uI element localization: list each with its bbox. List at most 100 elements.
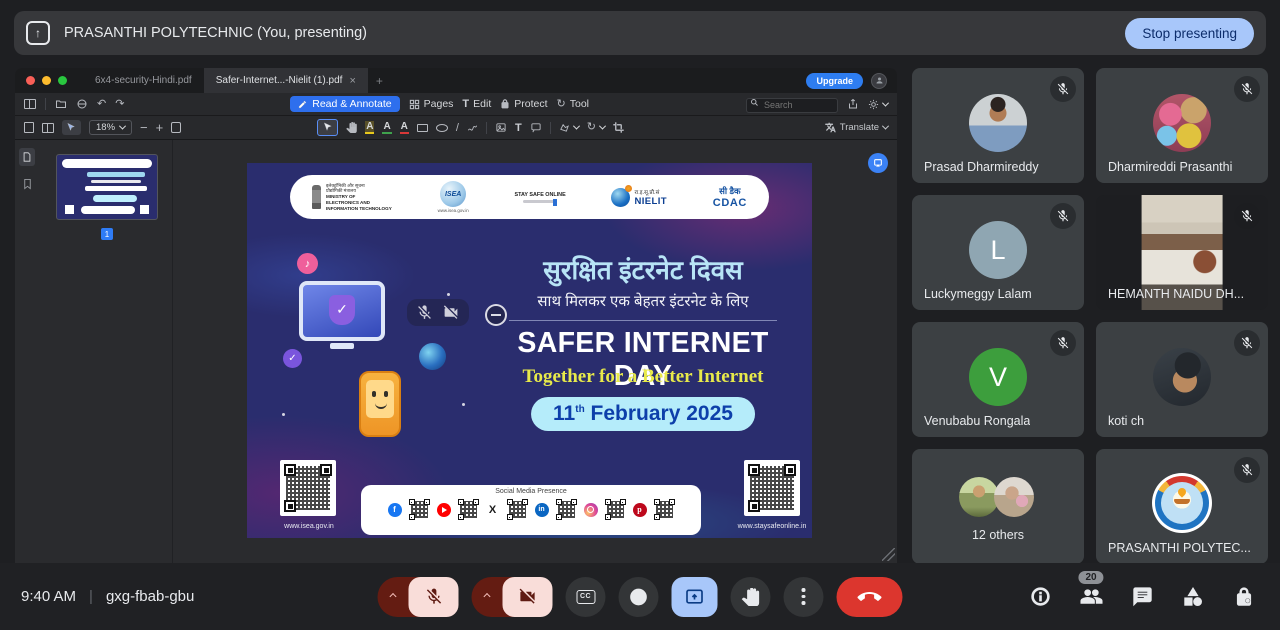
fit-width-button[interactable] (62, 120, 81, 135)
tab-security-hindi-pdf[interactable]: 6x4-security-Hindi.pdf (83, 68, 204, 93)
raise-hand-button[interactable] (731, 577, 771, 617)
translate-menu[interactable]: Translate (825, 122, 888, 133)
mic-mute-button[interactable] (409, 577, 459, 617)
appearance-menu[interactable] (868, 99, 888, 110)
edit-text-icon: T (462, 98, 469, 110)
india-emblem-icon (312, 185, 321, 209)
maximize-window-icon[interactable] (58, 76, 67, 85)
strikethrough-tool-icon[interactable]: A (400, 121, 409, 134)
reactions-button[interactable] (619, 577, 659, 617)
chat-icon (1132, 586, 1153, 607)
captions-button[interactable]: CC (566, 577, 606, 617)
upgrade-button[interactable]: Upgrade (806, 73, 863, 89)
monitor-illustration: ✓ (299, 281, 385, 341)
crop-tool-icon[interactable] (613, 122, 624, 133)
zoom-out-button[interactable]: − (140, 121, 148, 134)
single-page-view-icon[interactable] (24, 122, 34, 133)
stop-presenting-button[interactable]: Stop presenting (1125, 18, 1254, 49)
cloud-icon[interactable] (76, 98, 88, 110)
avatar (1153, 348, 1211, 406)
mic-options-caret[interactable] (378, 594, 409, 599)
mic-off-icon (424, 587, 443, 606)
pdf-tab-bar: 6x4-security-Hindi.pdf Safer-Internet...… (15, 68, 897, 93)
participant-tile[interactable]: Prasad Dharmireddy (912, 68, 1084, 183)
shapes-dropdown[interactable] (559, 122, 579, 133)
page-thumbnail[interactable] (56, 154, 158, 220)
participant-name: Dharmireddi Prasanthi (1108, 160, 1232, 174)
avatar (1153, 94, 1211, 152)
hand-tool-icon[interactable] (346, 122, 357, 133)
tab-safer-internet-pdf[interactable]: Safer-Internet...-Nielit (1).pdf × (204, 68, 368, 93)
cdac-logo: सी डैक CDAC (713, 186, 747, 209)
participant-tile[interactable]: PRASANTHI POLYTEC... (1096, 449, 1268, 564)
more-options-button[interactable] (784, 577, 824, 617)
end-call-button[interactable] (837, 577, 903, 617)
participant-tile[interactable]: HEMANTH NAIDU DH... (1096, 195, 1268, 310)
participant-tile[interactable]: koti ch (1096, 322, 1268, 437)
search-icon (750, 98, 759, 107)
callout-tool-icon[interactable] (530, 122, 542, 133)
pages-menu[interactable]: Pages (409, 98, 454, 110)
cursor-icon (322, 122, 333, 133)
open-folder-icon[interactable] (55, 98, 67, 110)
read-annotate-button[interactable]: Read & Annotate (290, 96, 399, 112)
select-tool-button[interactable] (317, 119, 338, 136)
poster-hindi-title: सुरक्षित इंटरनेट दिवस (485, 251, 801, 287)
people-panel-button[interactable]: 20 (1079, 585, 1103, 609)
clock-time: 9:40 AM (21, 588, 76, 605)
poster-date-pill: 11th February 2025 (531, 397, 755, 431)
protect-menu[interactable]: Protect (500, 98, 547, 110)
meeting-details-button[interactable] (1028, 585, 1052, 609)
chat-panel-button[interactable] (1130, 585, 1154, 609)
thumbnails-panel-icon[interactable] (19, 148, 35, 166)
two-page-view-icon[interactable] (42, 123, 54, 133)
minimize-window-icon[interactable] (42, 76, 51, 85)
window-resize-handle[interactable] (882, 548, 895, 561)
rectangle-tool-icon[interactable] (417, 124, 428, 132)
mic-off-overlay-icon (416, 304, 433, 321)
redo-icon[interactable]: ↷ (115, 99, 124, 110)
zoom-in-button[interactable]: + (156, 121, 164, 134)
camera-off-button[interactable] (503, 577, 553, 617)
college-logo-avatar (1152, 473, 1212, 533)
image-tool-icon[interactable] (495, 122, 507, 133)
present-button[interactable] (672, 577, 718, 617)
activities-button[interactable] (1181, 585, 1205, 609)
text-tool-icon[interactable]: T (515, 122, 522, 134)
freehand-tool-icon[interactable] (467, 122, 478, 133)
new-tab-button[interactable]: + (376, 74, 383, 88)
participant-tile[interactable]: V Venubabu Rongala (912, 322, 1084, 437)
tool-menu[interactable]: ↻ Tool (557, 98, 589, 110)
sidebar-toggle-icon[interactable] (24, 99, 36, 109)
isea-url-label: www.isea.gov.in (267, 523, 351, 530)
edit-menu[interactable]: T Edit (462, 98, 491, 110)
search-input[interactable] (746, 98, 838, 113)
underline-tool-icon[interactable]: A (382, 121, 391, 134)
overflow-participants-tile[interactable]: 12 others (912, 449, 1084, 564)
letter-avatar: L (969, 221, 1027, 279)
floating-translate-button[interactable] (868, 153, 888, 173)
ellipse-tool-icon[interactable] (436, 124, 448, 132)
facebook-icon: f (388, 503, 402, 517)
close-window-icon[interactable] (26, 76, 35, 85)
highlight-tool-icon[interactable]: A (365, 121, 374, 134)
camera-options-caret[interactable] (472, 594, 503, 599)
participant-tile[interactable]: L Luckymeggy Lalam (912, 195, 1084, 310)
bookmarks-panel-icon[interactable] (22, 178, 33, 190)
qr-code (654, 499, 675, 520)
account-icon[interactable] (871, 73, 887, 89)
cam-off-overlay-icon (442, 304, 460, 321)
rotate-dropdown[interactable]: ↻ (587, 122, 605, 133)
participant-tile[interactable]: Dharmireddi Prasanthi (1096, 68, 1268, 183)
youtube-icon (437, 503, 451, 517)
mic-off-icon (1234, 203, 1260, 229)
host-controls-button[interactable] (1232, 585, 1256, 609)
info-icon (1030, 586, 1051, 607)
zoom-level-dropdown[interactable]: 18% (89, 120, 132, 135)
page-thumbnail-icon[interactable] (171, 122, 181, 133)
close-tab-icon[interactable]: × (349, 75, 355, 87)
staysafe-url-label: www.staysafeonline.in (722, 523, 812, 530)
share-export-icon[interactable] (847, 98, 859, 110)
undo-icon[interactable]: ↶ (97, 99, 106, 110)
line-tool-icon[interactable]: / (456, 122, 459, 134)
